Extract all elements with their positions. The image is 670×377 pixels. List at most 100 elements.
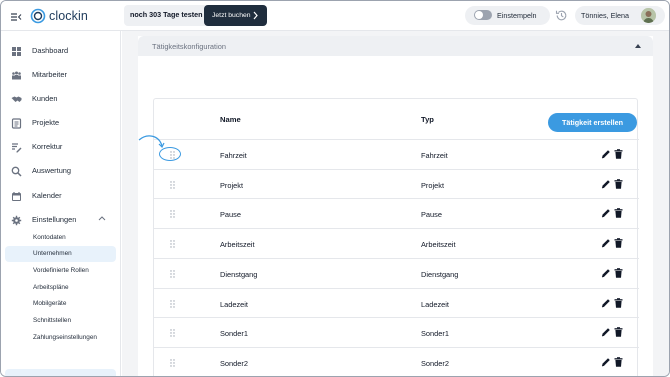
sidebar-item-label: Mitarbeiter: [32, 70, 67, 79]
drag-handle-icon[interactable]: [170, 299, 175, 308]
sidebar-subitem-unternehmen[interactable]: Unternehmen: [5, 246, 116, 262]
section-header[interactable]: Tätigkeitskonfiguration: [138, 36, 653, 56]
cell-name: Ladezeit: [220, 299, 248, 309]
drag-handle-icon[interactable]: [170, 210, 175, 219]
trash-icon[interactable]: [614, 149, 623, 159]
pencil-icon[interactable]: [601, 268, 611, 278]
history-icon[interactable]: [555, 9, 568, 22]
table-row[interactable]: Sonder2 Sonder2: [154, 346, 639, 376]
cell-name: Dienstgang: [220, 269, 258, 279]
handshake-icon: [11, 92, 22, 103]
book-now-label: Jetzt buchen: [212, 12, 251, 19]
analysis-icon: [11, 164, 22, 177]
table-row[interactable]: Arbeitszeit Arbeitszeit: [154, 228, 639, 258]
trial-text: noch 303 Tage testen: [130, 10, 203, 19]
drag-handle-icon[interactable]: [170, 180, 175, 189]
column-header-name[interactable]: Name: [220, 115, 241, 124]
top-bar: clockin noch 303 Tage testen Jetzt buche…: [1, 1, 669, 31]
pencil-icon[interactable]: [601, 238, 611, 248]
user-menu[interactable]: Tönnies, Elena: [575, 6, 665, 25]
trash-icon[interactable]: [614, 238, 623, 248]
sidebar-item-label: Einstellungen: [32, 215, 77, 224]
drag-handle-icon[interactable]: [170, 270, 175, 278]
employees-icon: [11, 68, 22, 80]
cell-name: Sonder2: [220, 358, 248, 368]
table-row[interactable]: Projekt Projekt: [154, 168, 639, 199]
sidebar-item-mitarbeiter[interactable]: Mitarbeiter: [1, 64, 121, 84]
cell-name: Fahrzeit: [220, 151, 247, 160]
cell-type: Sonder2: [421, 358, 449, 368]
sidebar-subitem-label: Arbeitspläne: [33, 284, 69, 291]
sidebar-item-label: Dashboard: [32, 46, 69, 55]
trash-icon[interactable]: [614, 208, 623, 219]
sidebar-item-kunden[interactable]: Kunden: [1, 88, 121, 108]
sidebar-item-dashboard[interactable]: Dashboard: [1, 40, 121, 60]
pencil-icon[interactable]: [601, 179, 611, 189]
user-name: Tönnies, Elena: [581, 11, 629, 20]
table-row[interactable]: Dienstgang Dienstgang: [154, 257, 639, 288]
sidebar-subitem-vordefinierte-rollen[interactable]: Vordefinierte Rollen: [5, 263, 116, 279]
pencil-icon[interactable]: [601, 298, 611, 308]
clockin-logo-icon: [30, 8, 46, 24]
chevron-up-icon[interactable]: [98, 215, 106, 221]
sidebar-subitem-label: Unternehmen: [33, 250, 72, 257]
trash-icon[interactable]: [614, 178, 623, 189]
sidebar-item-korrektur[interactable]: Korrektur: [1, 136, 121, 156]
main-area: Tätigkeitskonfiguration Name Typ Tätigke…: [122, 31, 669, 376]
cell-type: Fahrzeit: [421, 151, 448, 160]
dashboard-icon: [11, 44, 22, 56]
drag-hint-circle: [159, 147, 181, 161]
cell-name: Sonder1: [220, 329, 248, 339]
trash-icon[interactable]: [614, 327, 623, 337]
trash-icon[interactable]: [614, 297, 623, 308]
table-row[interactable]: Sonder1 Sonder1: [154, 317, 639, 347]
cell-type: Pause: [421, 210, 442, 220]
sidebar-subitem-zahlungseinstellungen[interactable]: Zahlungseinstellungen: [5, 330, 116, 346]
create-activity-button[interactable]: Tätigkeit erstellen: [548, 113, 637, 132]
pencil-icon[interactable]: [601, 327, 611, 337]
sidebar-subitem-label: Vordefinierte Rollen: [33, 267, 89, 274]
sidebar-subitem-arbeitsplaene[interactable]: Arbeitspläne: [5, 280, 116, 296]
caret-up-icon[interactable]: [634, 43, 642, 49]
sidebar-item-einstellungen[interactable]: Einstellungen: [1, 209, 121, 229]
drag-handle-icon[interactable]: [170, 329, 175, 337]
sidebar-subitem-label: Zahlungseinstellungen: [33, 334, 97, 341]
toggle-switch[interactable]: [474, 10, 492, 20]
pencil-icon[interactable]: [601, 357, 611, 367]
sidebar: Dashboard Mitarbeiter Kunden Projekte Ko…: [1, 31, 121, 376]
pencil-icon[interactable]: [601, 149, 611, 159]
sidebar-subitem-mobilgeraete[interactable]: Mobilgeräte: [5, 296, 116, 312]
logo[interactable]: clockin: [30, 7, 88, 25]
gear-icon: [11, 213, 22, 226]
table-row[interactable]: Ladezeit Ladezeit: [154, 287, 639, 318]
sidebar-subitem-label: Schnittstellen: [33, 317, 72, 324]
pencil-icon[interactable]: [601, 208, 611, 218]
sidebar-subitem-schnittstellen[interactable]: Schnittstellen: [5, 313, 116, 329]
activities-table: Name Typ Tätigkeit erstellen Fahrzeit Fah…: [153, 98, 639, 376]
trash-icon[interactable]: [614, 357, 623, 367]
sidebar-item-label: Kalender: [32, 191, 62, 200]
correction-icon: [11, 140, 22, 153]
cell-name: Pause: [220, 210, 241, 220]
book-now-button[interactable]: Jetzt buchen: [204, 5, 267, 26]
table-row[interactable]: Pause Pause: [154, 198, 639, 228]
drag-handle-icon[interactable]: [170, 359, 175, 367]
cell-type: Dienstgang: [421, 269, 459, 279]
cell-type: Projekt: [421, 180, 445, 190]
section-title: Tätigkeitskonfiguration: [152, 42, 226, 51]
cell-type: Ladezeit: [421, 299, 449, 309]
trash-icon[interactable]: [614, 267, 623, 278]
clock-in-toggle[interactable]: Einstempeln: [465, 6, 550, 25]
sidebar-footer: [5, 369, 116, 376]
column-header-type[interactable]: Typ: [421, 115, 434, 124]
sidebar-item-auswertung[interactable]: Auswertung: [1, 160, 121, 180]
drag-handle-icon[interactable]: [170, 240, 175, 248]
sidebar-item-kalender[interactable]: Kalender: [1, 185, 121, 205]
sidebar-item-projekte[interactable]: Projekte: [1, 112, 121, 132]
collapse-menu-icon[interactable]: [10, 10, 22, 22]
calendar-icon: [11, 189, 22, 201]
sidebar-subitem-kontodaten[interactable]: Kontodaten: [5, 230, 116, 246]
sidebar-item-label: Projekte: [32, 118, 60, 127]
table-row[interactable]: Fahrzeit Fahrzeit: [154, 139, 639, 169]
logo-text: clockin: [49, 9, 88, 23]
